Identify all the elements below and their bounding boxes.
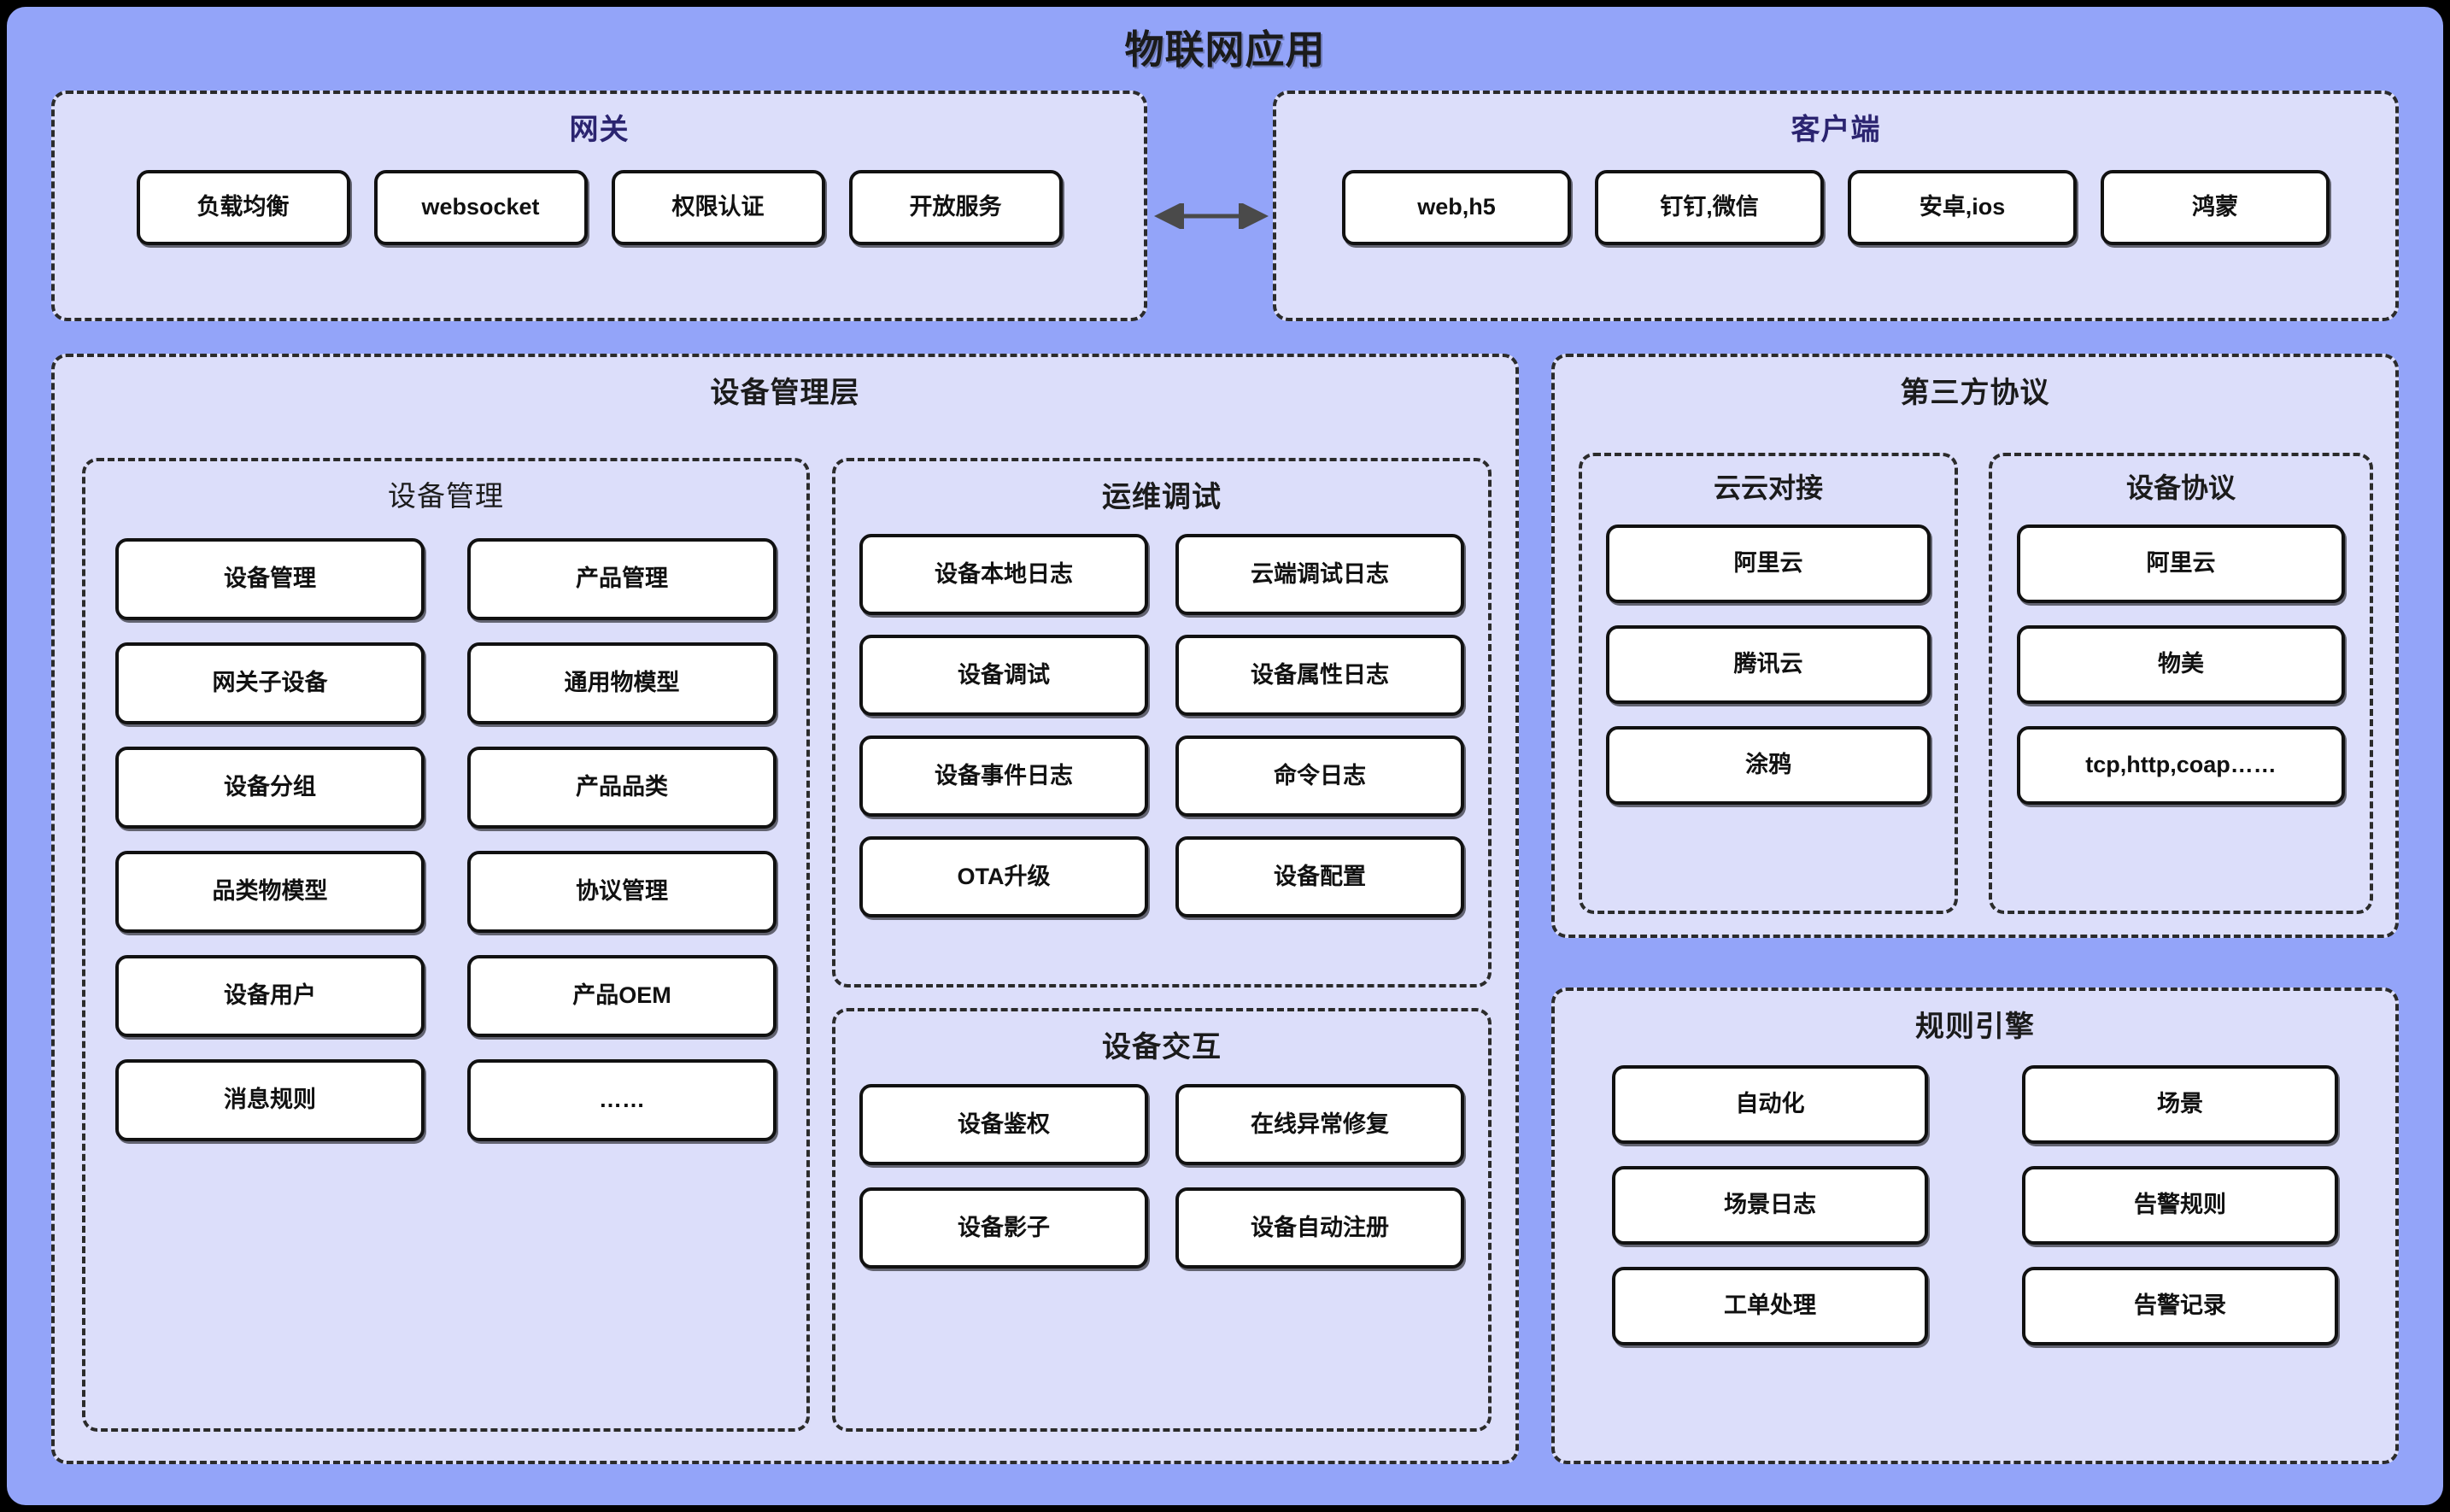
client-panel: 客户端 web,h5 钉钉,微信 安卓,ios 鸿蒙 (1273, 91, 2399, 321)
gateway-item-auth[interactable]: 权限认证 (611, 170, 825, 245)
ops-debug-title: 运维调试 (1102, 481, 1222, 513)
device-mgmt-item-general-thing-model[interactable]: 通用物模型 (467, 642, 777, 724)
device-interaction-grid: 设备鉴权 在线异常修复 设备影子 设备自动注册 (859, 1084, 1465, 1269)
device-protocol-title: 设备协议 (2125, 472, 2236, 503)
ops-debug-item-device-event-log[interactable]: 设备事件日志 (859, 735, 1148, 817)
client-title: 客户端 (1791, 114, 1881, 146)
rule-engine-item-alarm-record[interactable]: 告警记录 (2022, 1267, 2338, 1345)
device-mgmt-item-gateway-subdevice[interactable]: 网关子设备 (115, 642, 425, 724)
device-management-grid: 设备管理 产品管理 网关子设备 通用物模型 设备分组 产品品类 品类物模型 协议… (108, 538, 783, 1141)
rule-engine-panel: 规则引擎 自动化 场景 场景日志 告警规则 工单处理 告警记录 (1551, 987, 2399, 1464)
device-mgmt-item-device-group[interactable]: 设备分组 (115, 747, 425, 829)
device-interaction-title: 设备交互 (1102, 1031, 1222, 1064)
gateway-panel: 网关 负载均衡 websocket 权限认证 开放服务 (51, 91, 1147, 321)
device-mgmt-item-product-oem[interactable]: 产品OEM (467, 955, 777, 1037)
ops-debug-item-command-log[interactable]: 命令日志 (1175, 735, 1464, 817)
gateway-item-open-service[interactable]: 开放服务 (848, 170, 1063, 245)
rule-engine-item-work-order[interactable]: 工单处理 (1612, 1267, 1928, 1345)
rule-engine-grid: 自动化 场景 场景日志 告警规则 工单处理 告警记录 (1578, 1065, 2372, 1345)
client-item-harmony[interactable]: 鸿蒙 (2101, 170, 2330, 245)
ops-debug-subpanel: 运维调试 设备本地日志 云端调试日志 设备调试 设备属性日志 设备事件日志 命令… (832, 458, 1492, 987)
device-mgmt-item-product-management[interactable]: 产品管理 (467, 538, 777, 620)
device-interaction-item-device-auth[interactable]: 设备鉴权 (859, 1084, 1148, 1165)
device-protocol-subpanel: 设备协议 阿里云 物美 tcp,http,coap…… (1989, 453, 2373, 914)
device-interaction-subpanel: 设备交互 设备鉴权 在线异常修复 设备影子 设备自动注册 (832, 1008, 1492, 1432)
ops-debug-item-device-config[interactable]: 设备配置 (1175, 836, 1464, 917)
gateway-title: 网关 (569, 114, 630, 146)
client-chip-row: web,h5 钉钉,微信 安卓,ios 鸿蒙 (1276, 170, 2395, 245)
diagram-canvas: 物联网应用 网关 负载均衡 websocket 权限认证 开放服务 客户端 we… (0, 0, 2450, 1512)
device-interaction-item-device-shadow[interactable]: 设备影子 (859, 1187, 1148, 1269)
gateway-item-websocket[interactable]: websocket (373, 170, 588, 245)
device-management-layer-panel: 设备管理层 设备管理 设备管理 产品管理 网关子设备 通用物模型 设备分组 产品… (51, 354, 1519, 1464)
ops-debug-grid: 设备本地日志 云端调试日志 设备调试 设备属性日志 设备事件日志 命令日志 OT… (859, 534, 1465, 917)
ops-debug-item-device-property-log[interactable]: 设备属性日志 (1175, 635, 1464, 716)
rule-engine-item-scene-log[interactable]: 场景日志 (1612, 1166, 1928, 1245)
device-management-layer-title: 设备管理层 (710, 377, 860, 409)
cloud-docking-subpanel: 云云对接 阿里云 腾讯云 涂鸦 (1579, 453, 1958, 914)
double-arrow-icon (1154, 203, 1269, 229)
device-protocol-list: 阿里云 物美 tcp,http,coap…… (1992, 525, 2370, 805)
rule-engine-item-alarm-rule[interactable]: 告警规则 (2022, 1166, 2338, 1245)
gateway-item-load-balance[interactable]: 负载均衡 (136, 170, 350, 245)
cloud-docking-item-aliyun[interactable]: 阿里云 (1606, 525, 1931, 603)
device-mgmt-item-more[interactable]: …… (467, 1059, 777, 1141)
cloud-docking-item-tuya[interactable]: 涂鸦 (1606, 726, 1931, 805)
device-management-subpanel: 设备管理 设备管理 产品管理 网关子设备 通用物模型 设备分组 产品品类 品类物… (82, 458, 810, 1432)
device-mgmt-item-product-category[interactable]: 产品品类 (467, 747, 777, 829)
device-mgmt-item-message-rule[interactable]: 消息规则 (115, 1059, 425, 1141)
cloud-docking-item-tencent-cloud[interactable]: 腾讯云 (1606, 625, 1931, 704)
rule-engine-item-scene[interactable]: 场景 (2022, 1065, 2338, 1144)
device-mgmt-item-category-thing-model[interactable]: 品类物模型 (115, 851, 425, 933)
rule-engine-item-automation[interactable]: 自动化 (1612, 1065, 1928, 1144)
iot-application-frame: 物联网应用 网关 负载均衡 websocket 权限认证 开放服务 客户端 we… (7, 7, 2443, 1505)
device-interaction-item-online-fault-repair[interactable]: 在线异常修复 (1175, 1084, 1464, 1165)
ops-debug-item-ota-upgrade[interactable]: OTA升级 (859, 836, 1148, 917)
ops-debug-item-cloud-debug-log[interactable]: 云端调试日志 (1175, 534, 1464, 615)
page-title: 物联网应用 (1124, 27, 1326, 72)
device-mgmt-item-device-management[interactable]: 设备管理 (115, 538, 425, 620)
device-protocol-item-aliyun[interactable]: 阿里云 (2017, 525, 2345, 603)
device-interaction-item-device-auto-register[interactable]: 设备自动注册 (1175, 1187, 1464, 1269)
client-item-web-h5[interactable]: web,h5 (1342, 170, 1571, 245)
device-mgmt-item-protocol-management[interactable]: 协议管理 (467, 851, 777, 933)
device-mgmt-item-device-user[interactable]: 设备用户 (115, 955, 425, 1037)
device-protocol-item-tcp-http-coap[interactable]: tcp,http,coap…… (2017, 726, 2345, 805)
rule-engine-title: 规则引擎 (1915, 1011, 2035, 1043)
client-item-dingtalk-wechat[interactable]: 钉钉,微信 (1595, 170, 1824, 245)
device-management-title: 设备管理 (388, 480, 504, 512)
gateway-chip-row: 负载均衡 websocket 权限认证 开放服务 (55, 170, 1144, 245)
client-item-android-ios[interactable]: 安卓,ios (1848, 170, 2077, 245)
third-party-protocol-panel: 第三方协议 云云对接 阿里云 腾讯云 涂鸦 设备协议 阿里云 物美 tcp,ht… (1551, 354, 2399, 938)
device-protocol-item-wumei[interactable]: 物美 (2017, 625, 2345, 704)
cloud-docking-list: 阿里云 腾讯云 涂鸦 (1582, 525, 1955, 805)
third-party-protocol-title: 第三方协议 (1900, 377, 2050, 409)
ops-debug-item-device-local-log[interactable]: 设备本地日志 (859, 534, 1148, 615)
cloud-docking-title: 云云对接 (1713, 472, 1823, 503)
ops-debug-item-device-debug[interactable]: 设备调试 (859, 635, 1148, 716)
